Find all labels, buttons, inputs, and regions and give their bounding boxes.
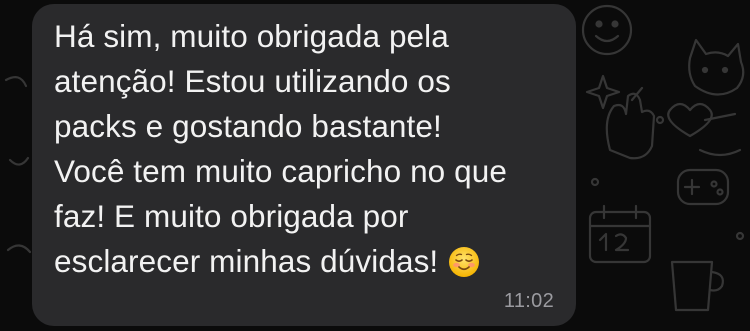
line-doodle-icon [4, 75, 28, 88]
message-bubble[interactable]: Há sim, muito obrigada pela atenção! Est… [32, 4, 576, 326]
smiley-doodle-icon [581, 4, 633, 56]
line-doodle-icon [6, 244, 32, 254]
line-doodle-icon [8, 156, 30, 166]
sparkle-doodle-icon [585, 74, 621, 110]
chat-background: Há sim, muito obrigada pela atenção! Est… [0, 0, 750, 331]
dot-doodle-icon [735, 231, 745, 241]
hand-doodle-icon [605, 86, 656, 160]
dot-doodle-icon [590, 177, 600, 187]
smiling-face-icon [449, 247, 480, 277]
calendar-doodle-icon [588, 204, 652, 264]
message-timestamp: 11:02 [503, 290, 554, 312]
cat-doodle-icon [688, 38, 745, 96]
message-text: Há sim, muito obrigada pela atenção! Est… [54, 14, 564, 284]
message-body: Há sim, muito obrigada pela atenção! Est… [54, 18, 508, 279]
gamepad-doodle-icon [676, 168, 730, 206]
line-doodle-icon [698, 148, 742, 157]
cup-doodle-icon [670, 260, 724, 312]
dot-doodle-icon [655, 115, 665, 125]
